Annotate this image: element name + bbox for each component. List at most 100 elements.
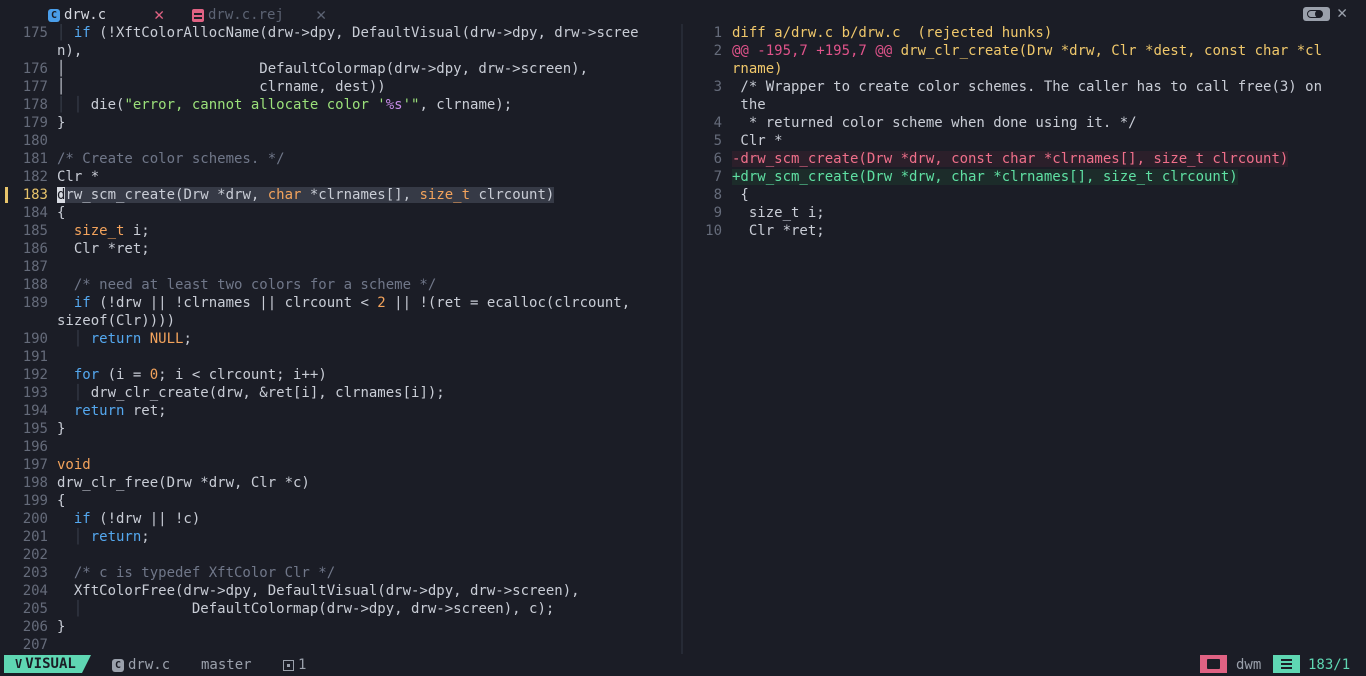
- code-line[interactable]: 191: [0, 348, 681, 366]
- line-number: 193: [22, 385, 48, 401]
- code-text: return ret;: [73, 403, 167, 419]
- line-number: 195: [22, 421, 48, 437]
- code-line[interactable]: 182 Clr *: [0, 168, 681, 186]
- code-line[interactable]: 179}: [0, 114, 681, 132]
- cursor-position: 183/1: [1308, 657, 1351, 673]
- code-line[interactable]: 184 {: [0, 204, 681, 222]
- tab-label: drw.c.rej: [208, 7, 284, 23]
- code-text: }: [57, 619, 66, 635]
- code-line[interactable]: 195}: [0, 420, 681, 438]
- code-line[interactable]: 183 drw_scm_create(Drw *drw, char *clrnam…: [0, 186, 681, 204]
- code-line[interactable]: 175 │ if (!XftColorAllocName(drw->dpy, De…: [0, 24, 681, 42]
- code-line[interactable]: 6 -drw_scm_create(Drw *drw, const char *c…: [684, 150, 1366, 168]
- window-separator[interactable]: [681, 24, 683, 654]
- toggle-icon[interactable]: [1303, 7, 1330, 21]
- line-number: 196: [22, 439, 48, 455]
- text-file-icon: [192, 8, 204, 22]
- tab-drw-c-rej[interactable]: drw.c.rej ✕: [192, 6, 326, 24]
- code-text: │ return NULL;: [73, 331, 192, 347]
- editor-pane-left[interactable]: 175 │ if (!XftColorAllocName(drw->dpy, De…: [0, 24, 681, 654]
- line-number: 177: [22, 79, 48, 95]
- code-line[interactable]: 204 XftColorFree(drw->dpy, DefaultVisual…: [0, 582, 681, 600]
- code-text: void: [57, 457, 91, 473]
- tab-drw-c[interactable]: C drw.c ✕: [48, 6, 164, 24]
- code-line[interactable]: 177 │ clrname, dest)): [0, 78, 681, 96]
- code-line[interactable]: 181 /* Create color schemes. */: [0, 150, 681, 168]
- code-text: drw_scm_create(Drw *drw, char *clrnames[…: [57, 187, 555, 203]
- code-line[interactable]: 203 /* c is typedef XftColor Clr */: [0, 564, 681, 582]
- code-line[interactable]: 176 │ DefaultColormap(drw->dpy, drw->scre…: [0, 60, 681, 78]
- code-line[interactable]: 194 return ret;: [0, 402, 681, 420]
- code-text: }: [57, 115, 66, 131]
- code-line[interactable]: 7 +drw_scm_create(Drw *drw, char *clrname…: [684, 168, 1366, 186]
- vim-icon: V: [15, 657, 23, 671]
- code-line[interactable]: 187: [0, 258, 681, 276]
- code-line[interactable]: 200 if (!drw || !c): [0, 510, 681, 528]
- code-text: n),: [57, 43, 83, 59]
- code-text: │ │ die("error, cannot allocate color '%…: [57, 97, 513, 113]
- code-text: size_t i;: [73, 223, 150, 239]
- line-number: 6: [713, 151, 722, 167]
- diagnostics-icon: [283, 659, 294, 671]
- code-text: │ DefaultColormap(drw->dpy, drw->screen)…: [73, 601, 555, 617]
- code-line[interactable]: 198 drw_clr_free(Drw *drw, Clr *c): [0, 474, 681, 492]
- code-line[interactable]: 8 {: [684, 186, 1366, 204]
- code-text: │ if (!XftColorAllocName(drw->dpy, Defau…: [57, 25, 639, 41]
- code-text: Clr *ret;: [732, 223, 825, 239]
- code-line[interactable]: the: [684, 96, 1366, 114]
- mode-label: VISUAL: [25, 656, 76, 672]
- branch-name: master: [201, 657, 252, 673]
- diagnostics-count: 1: [298, 657, 307, 673]
- close-icon[interactable]: ✕: [154, 6, 164, 24]
- code-line[interactable]: 196: [0, 438, 681, 456]
- code-line[interactable]: 5 Clr *: [684, 132, 1366, 150]
- code-text: /* need at least two colors for a scheme…: [73, 277, 437, 293]
- close-all-icon[interactable]: ✕: [1337, 5, 1347, 22]
- code-line[interactable]: 9 size_t i;: [684, 204, 1366, 222]
- code-line[interactable]: sizeof(Clr)))): [0, 312, 681, 330]
- code-line[interactable]: 188 /* need at least two colors for a sc…: [0, 276, 681, 294]
- line-number: 178: [22, 97, 48, 113]
- line-number: 186: [22, 241, 48, 257]
- code-line[interactable]: 190 │ return NULL;: [0, 330, 681, 348]
- code-line[interactable]: 180: [0, 132, 681, 150]
- code-line[interactable]: 178 │ │ die("error, cannot allocate color…: [0, 96, 681, 114]
- folder-icon: [1200, 655, 1227, 673]
- editor-pane-right[interactable]: 1 diff a/drw.c b/drw.c (rejected hunks) 2 @…: [684, 24, 1366, 654]
- code-line[interactable]: 202: [0, 546, 681, 564]
- line-number: 205: [22, 601, 48, 617]
- line-number: 207: [22, 637, 48, 653]
- code-line[interactable]: 4 * returned color scheme when done usin…: [684, 114, 1366, 132]
- code-line[interactable]: 206}: [0, 618, 681, 636]
- line-number: 180: [22, 133, 48, 149]
- code-line[interactable]: 189 if (!drw || !clrnames || clrcount < …: [0, 294, 681, 312]
- code-line[interactable]: 207: [0, 636, 681, 654]
- code-line[interactable]: rname): [684, 60, 1366, 78]
- code-text: -drw_scm_create(Drw *drw, const char *cl…: [732, 151, 1289, 167]
- code-line[interactable]: 197 void: [0, 456, 681, 474]
- code-line[interactable]: 199 {: [0, 492, 681, 510]
- code-text: /* Create color schemes. */: [57, 151, 285, 167]
- code-text: /* Wrapper to create color schemes. The …: [732, 79, 1323, 95]
- code-line[interactable]: 205 │ DefaultColormap(drw->dpy, drw->scr…: [0, 600, 681, 618]
- statusline: V VISUAL C drw.c master 1 dwm 183/1: [0, 654, 1366, 676]
- code-line[interactable]: 3 /* Wrapper to create color schemes. Th…: [684, 78, 1366, 96]
- code-text: +drw_scm_create(Drw *drw, char *clrnames…: [732, 169, 1238, 185]
- git-branch[interactable]: master: [201, 656, 252, 674]
- code-line[interactable]: 185 size_t i;: [0, 222, 681, 240]
- line-number: 185: [22, 223, 48, 239]
- code-line[interactable]: 2 @@ -195,7 +195,7 @@ drw_clr_create(Drw …: [684, 42, 1366, 60]
- code-line[interactable]: 201 │ return;: [0, 528, 681, 546]
- code-line[interactable]: 186 Clr *ret;: [0, 240, 681, 258]
- code-line[interactable]: 10 Clr *ret;: [684, 222, 1366, 240]
- code-line[interactable]: n),: [0, 42, 681, 60]
- line-number: 201: [22, 529, 48, 545]
- code-line[interactable]: 193 │ drw_clr_create(drw, &ret[i], clrna…: [0, 384, 681, 402]
- code-line[interactable]: 192 for (i = 0; i < clrcount; i++): [0, 366, 681, 384]
- close-icon[interactable]: ✕: [316, 6, 326, 24]
- statusline-file[interactable]: C drw.c: [112, 656, 170, 674]
- code-line[interactable]: 1 diff a/drw.c b/drw.c (rejected hunks): [684, 24, 1366, 42]
- diagnostics[interactable]: 1: [283, 656, 306, 674]
- code-text: * returned color scheme when done using …: [732, 115, 1137, 131]
- line-number: 183: [22, 187, 48, 203]
